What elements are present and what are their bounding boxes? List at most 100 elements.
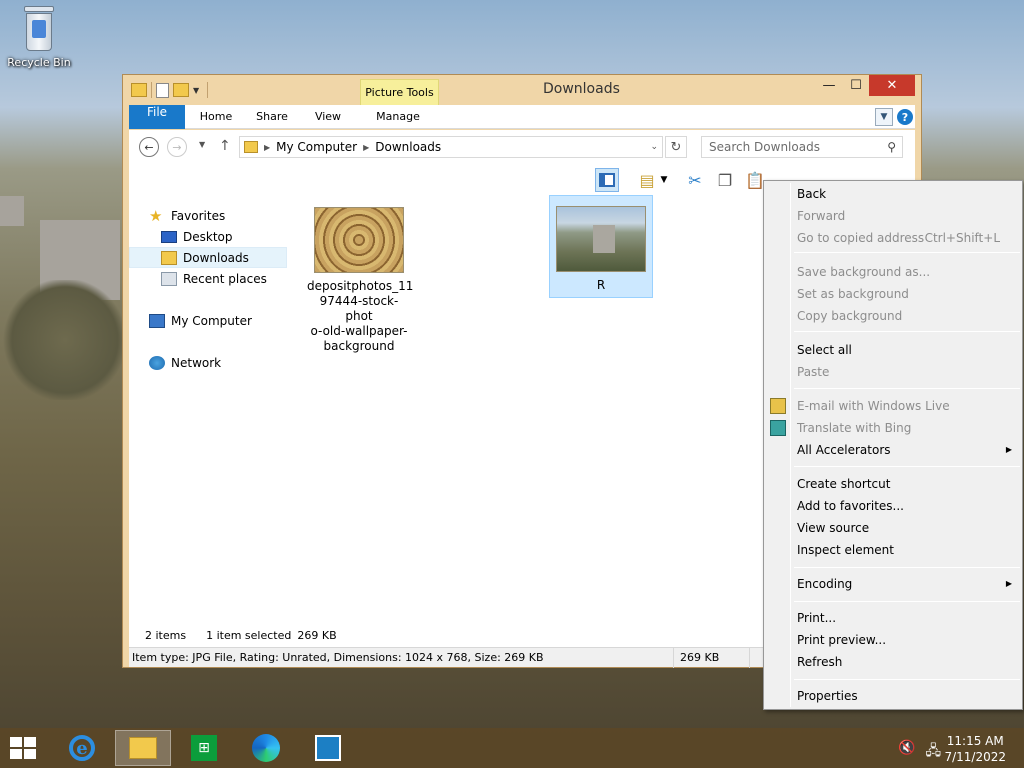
chevron-right-icon[interactable]: ▶	[363, 143, 369, 152]
file-item-depositphotos[interactable]: depositphotos_11 97444-stock-phot o-old-…	[307, 201, 414, 354]
up-arrow-icon[interactable]: ↑	[219, 138, 231, 154]
nav-recent-places-label: Recent places	[183, 271, 267, 286]
computer-icon	[149, 313, 165, 328]
address-bar[interactable]: ▶ My Computer ▶ Downloads ⌄	[239, 136, 663, 158]
title-bar: ▼ Picture Tools Downloads — ☐ ✕	[123, 75, 921, 105]
maximize-button[interactable]: ☐	[843, 75, 869, 96]
file-name: depositphotos_11 97444-stock-phot o-old-…	[307, 279, 414, 353]
menu-item-email-windows-live: E-mail with Windows Live	[766, 395, 1020, 417]
wallpaper-building	[0, 196, 24, 226]
start-button[interactable]	[10, 737, 38, 761]
quick-access-toolbar: ▼	[131, 82, 208, 98]
menu-item-print[interactable]: Print...	[766, 607, 1020, 629]
customize-toolbar-dropdown-icon[interactable]: ▼	[193, 86, 203, 95]
folder-options-icon[interactable]: ▤	[635, 168, 659, 192]
nav-downloads[interactable]: Downloads	[129, 247, 287, 268]
clock[interactable]: 11:15 AM 7/11/2022	[944, 733, 1006, 765]
status-size: 269 KB	[297, 628, 337, 642]
menu-item-save-background: Save background as...	[797, 265, 931, 279]
taskbar-store[interactable]: ⊞	[176, 730, 232, 766]
menu-item-translate-bing: Translate with Bing	[766, 417, 1020, 439]
tab-home[interactable]: Home	[191, 105, 241, 129]
recycle-bin-desktop-icon[interactable]: Recycle Bin	[4, 6, 74, 69]
clock-time: 11:15 AM	[946, 734, 1004, 748]
status-selected: 1 item selected	[206, 628, 292, 642]
nav-desktop-label: Desktop	[183, 229, 233, 244]
breadcrumb-my-computer[interactable]: My Computer	[276, 140, 357, 154]
nav-desktop[interactable]: Desktop	[129, 226, 287, 247]
nav-network[interactable]: Network	[129, 352, 287, 373]
menu-item-encoding[interactable]: Encoding ▶	[766, 573, 1020, 595]
back-button[interactable]: ←	[139, 137, 159, 157]
store-icon: ⊞	[191, 735, 217, 761]
menu-item-label: Translate with Bing	[797, 421, 912, 435]
taskbar-edge[interactable]	[238, 730, 294, 766]
menu-item-properties[interactable]: Properties	[766, 685, 1020, 707]
star-icon: ★	[149, 206, 163, 225]
taskbar-photos[interactable]	[300, 730, 356, 766]
search-icon[interactable]: ⚲	[887, 140, 896, 154]
help-icon[interactable]: ?	[897, 109, 913, 125]
properties-icon[interactable]	[156, 82, 169, 98]
file-thumbnail	[314, 207, 404, 273]
address-dropdown-icon[interactable]: ⌄	[650, 142, 658, 152]
tab-share[interactable]: Share	[247, 105, 297, 129]
menu-item-go-to-copied-address: Go to copied address Ctrl+Shift+L	[766, 227, 1020, 249]
clock-date: 7/11/2022	[944, 750, 1006, 764]
submenu-arrow-icon: ▶	[1005, 445, 1012, 454]
tab-view[interactable]: View	[303, 105, 353, 129]
details-info: Item type: JPG File, Rating: Unrated, Di…	[132, 651, 544, 664]
menu-item-all-accelerators[interactable]: All Accelerators ▶	[766, 439, 1020, 461]
menu-item-label: Go to copied address	[797, 231, 925, 245]
nav-downloads-label: Downloads	[183, 250, 249, 265]
minimize-button[interactable]: —	[815, 75, 843, 96]
downloads-folder-icon	[161, 250, 177, 265]
expand-ribbon-button[interactable]: ▼	[875, 108, 893, 126]
new-folder-icon[interactable]	[173, 83, 189, 97]
menu-item-select-all[interactable]: Select all	[766, 339, 1020, 361]
menu-item-refresh[interactable]: Refresh	[766, 651, 1020, 673]
nav-favorites[interactable]: ★ Favorites	[129, 205, 287, 226]
menu-item-add-to-favorites[interactable]: Add to favorites...	[766, 495, 1020, 517]
menu-item-back[interactable]: Back	[766, 183, 1020, 205]
picture-tools-tab-group: Picture Tools	[360, 79, 439, 105]
network-status-icon[interactable]: 🖧	[925, 740, 941, 764]
tab-file[interactable]: File	[129, 105, 185, 129]
volume-muted-icon[interactable]: 🔇	[898, 740, 915, 764]
cut-icon[interactable]: ✂	[683, 168, 707, 192]
nav-my-computer[interactable]: My Computer	[129, 310, 287, 331]
menu-item-inspect-element[interactable]: Inspect element	[766, 539, 1020, 561]
search-input[interactable]: Search Downloads ⚲	[701, 136, 903, 158]
refresh-button[interactable]: ↻	[665, 136, 687, 158]
tab-manage[interactable]: Manage	[365, 105, 431, 129]
forward-button[interactable]: →	[167, 137, 187, 157]
recent-locations-dropdown-icon[interactable]: ▼	[199, 140, 205, 149]
menu-item-copy-background: Copy background	[797, 309, 903, 323]
nav-network-label: Network	[171, 355, 222, 370]
breadcrumb-downloads[interactable]: Downloads	[375, 140, 441, 154]
menu-item-print-preview[interactable]: Print preview...	[766, 629, 1020, 651]
internet-explorer-icon: e	[69, 735, 95, 761]
translate-icon	[770, 420, 786, 436]
close-button[interactable]: ✕	[869, 75, 915, 96]
menu-item-label: Encoding	[797, 577, 853, 591]
preview-pane-icon	[599, 173, 615, 187]
menu-item-paste: Paste	[797, 365, 830, 379]
chevron-right-icon[interactable]: ▶	[264, 143, 270, 152]
taskbar-file-explorer[interactable]	[115, 730, 171, 766]
dropdown-icon[interactable]: ▼	[657, 168, 671, 192]
menu-item-label: All Accelerators	[797, 443, 891, 457]
nav-recent-places[interactable]: Recent places	[129, 268, 287, 289]
menu-item-view-source[interactable]: View source	[766, 517, 1020, 539]
context-menu: Back Forward Go to copied address Ctrl+S…	[763, 180, 1023, 710]
copy-icon[interactable]: ❐	[713, 168, 737, 192]
photos-icon	[315, 735, 341, 761]
search-placeholder: Search Downloads	[709, 140, 820, 154]
menu-item-create-shortcut[interactable]: Create shortcut	[766, 473, 1020, 495]
menu-shortcut: Ctrl+Shift+L	[924, 231, 1000, 245]
folder-icon	[131, 83, 147, 97]
file-item-r[interactable]: R	[549, 195, 653, 298]
preview-pane-button[interactable]	[595, 168, 619, 192]
submenu-arrow-icon: ▶	[1005, 579, 1012, 588]
taskbar-internet-explorer[interactable]: e	[54, 730, 110, 766]
